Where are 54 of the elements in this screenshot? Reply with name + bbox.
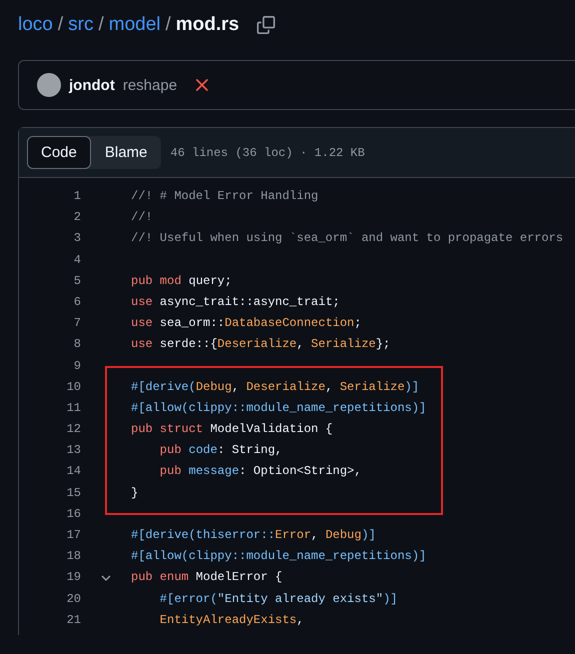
code-line: } [131,484,140,502]
avatar[interactable] [37,73,61,97]
line-number: 7 [72,315,81,332]
view-tab[interactable]: Blame [90,136,162,169]
code-line: pub message: Option<String>, [158,463,362,480]
code-line: #[derive(Debug, Deserialize, Serialize)] [131,378,420,396]
close-icon[interactable] [195,78,210,92]
line-number: 21 [66,612,81,629]
line-number: 10 [66,378,81,396]
code-line: #[allow(clippy::module_name_repetitions)] [131,400,428,417]
line-number: 19 [66,569,81,586]
code-line: //! [131,209,154,226]
path-separator: / [98,14,104,36]
line-number: 11 [66,400,81,417]
line-number: 2 [72,209,81,226]
code-line: #[error("Entity already exists")] [158,590,398,608]
line-number: 5 [72,272,81,290]
line-number: 9 [72,358,81,374]
line-number: 1 [72,188,81,205]
path-link[interactable]: loco [18,14,53,36]
code-line: pub mod query; [131,272,233,290]
line-number: 12 [66,421,81,438]
commit-author[interactable]: jondot [69,76,115,94]
path-separator: / [58,14,64,36]
code-line: pub struct ModelValidation { [131,421,334,438]
code-line: pub enum ModelError { [131,569,284,586]
code-line: #[allow(clippy::module_name_repetitions)] [131,548,428,566]
line-number: 13 [66,442,81,460]
line-number: 20 [66,590,81,608]
commit-message[interactable]: reshape [122,76,178,94]
code-line: #[derive(thiserror::Error, Debug)] [131,527,377,544]
line-number: 17 [66,527,81,544]
line-number: 14 [66,463,81,480]
code-line: EntityAlreadyExists, [158,612,305,629]
path-separator: / [166,14,171,36]
view-tab[interactable]: Code [27,136,91,169]
path-link[interactable]: model [108,14,160,36]
code-line: use sea_orm::DatabaseConnection; [131,315,362,332]
code-line: use serde::{Deserialize, Serialize}; [131,336,392,354]
code-line: use async_trait::async_trait; [131,294,341,311]
line-number: 4 [72,252,81,269]
line-number: 16 [66,506,81,523]
line-number: 3 [72,230,81,248]
code-line: pub code: String, [158,442,284,460]
path-link[interactable]: src [68,14,94,36]
line-number: 18 [66,548,81,566]
file-info: 46 lines (36 loc) · 1.22 KB [170,146,365,160]
copy-icon[interactable] [257,16,276,34]
line-number: 8 [72,336,81,354]
code-line: //! # Model Error Handling [131,188,320,205]
code-line: //! Useful when using `sea_orm` and want to propagate errors [131,230,564,248]
file-name: mod.rs [176,14,240,36]
line-number: 15 [66,484,81,502]
line-number: 6 [72,294,81,311]
